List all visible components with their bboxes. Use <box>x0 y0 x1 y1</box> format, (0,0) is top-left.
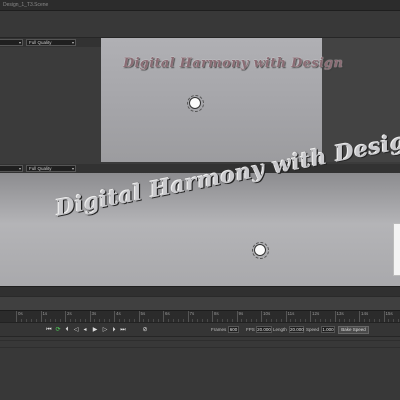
time-ruler[interactable]: 0s 1s 2s 3s 4s 5s 6s 7s 8s 9s 10s 11s 12s 13s 14s 15s <box>0 310 400 323</box>
speed-label: Speed <box>306 327 320 332</box>
light-source-icon[interactable] <box>187 95 204 112</box>
fps-field[interactable]: 20.000 <box>256 326 272 333</box>
toolbar-area <box>0 11 400 38</box>
transport-bar: ⏮ ⟳ ⏴ ◁ ◂ ▶ ▷ ⏵ ⏭ ⊘ Frames 600 FPS 20.00… <box>0 322 400 336</box>
previous-frame-icon[interactable]: ◁ <box>72 326 80 334</box>
title-bar: Design_1_T3.Scene <box>0 0 400 11</box>
length-label: Length <box>273 327 287 332</box>
fps-label: FPS <box>246 327 255 332</box>
top-viewport-logo-text: Digital Harmony with Design <box>123 56 344 71</box>
side-dialog-edge <box>393 223 400 276</box>
bake-speed-button[interactable]: Bake Speed <box>338 326 369 334</box>
play-reverse-icon[interactable]: ◂ <box>81 326 89 334</box>
chevron-down-icon: ▾ <box>18 40 21 45</box>
frames-field[interactable]: 600 <box>228 326 239 333</box>
track-divider <box>0 340 400 341</box>
speed-field[interactable]: 1.000 <box>321 326 335 333</box>
next-frame-icon[interactable]: ▷ <box>101 326 109 334</box>
bottom-view-select[interactable]: ▾ <box>0 165 23 172</box>
keyframe-area <box>0 336 400 400</box>
bottom-quality-select-value: Full Quality <box>29 166 52 171</box>
timeline-track[interactable] <box>0 296 400 310</box>
window-title: Design_1_T3.Scene <box>3 2 49 8</box>
light-source-icon[interactable] <box>252 242 269 259</box>
length-field[interactable]: 20.000 <box>289 326 304 333</box>
track-divider <box>0 347 400 348</box>
timeline-header <box>0 286 400 296</box>
top-quality-select-value: Full Quality <box>29 40 52 45</box>
top-quality-select[interactable]: Full Quality ▾ <box>26 39 76 46</box>
settings-icon[interactable]: ⊘ <box>141 326 149 334</box>
go-to-start-icon[interactable]: ⏴ <box>63 326 71 334</box>
skip-back-icon[interactable]: ⏮ <box>45 326 53 334</box>
chevron-down-icon: ▾ <box>71 166 74 171</box>
bottom-quality-select[interactable]: Full Quality ▾ <box>26 165 76 172</box>
chevron-down-icon: ▾ <box>71 40 74 45</box>
loop-icon[interactable]: ⟳ <box>54 326 62 334</box>
play-icon[interactable]: ▶ <box>91 326 99 334</box>
frames-label: Frames <box>211 327 227 332</box>
go-to-end-icon[interactable]: ⏭ <box>119 326 127 334</box>
chevron-down-icon: ▾ <box>18 166 21 171</box>
step-forward-icon[interactable]: ⏵ <box>110 326 118 334</box>
top-view-select[interactable]: ▾ <box>0 39 23 46</box>
